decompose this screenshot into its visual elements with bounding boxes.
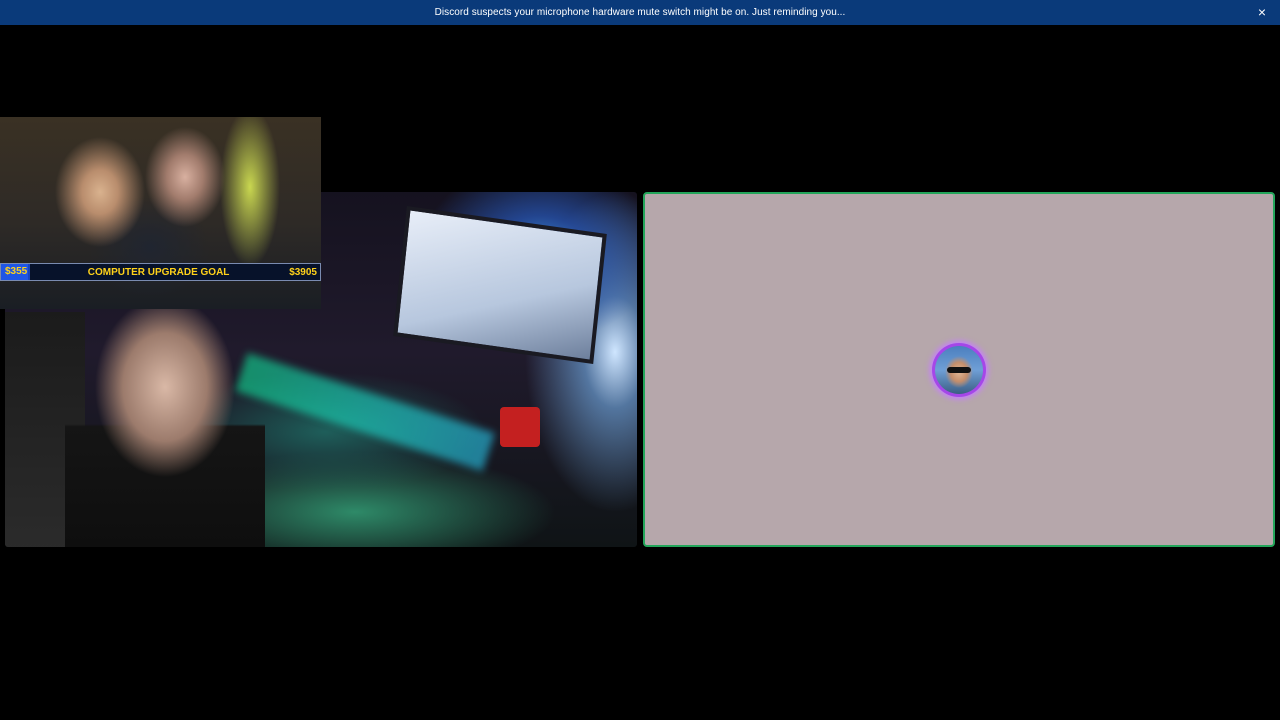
donation-goal-bar: $355 COMPUTER UPGRADE GOAL $3905: [0, 263, 321, 281]
goal-title: COMPUTER UPGRADE GOAL: [87, 266, 230, 278]
question-block-image: [500, 407, 540, 447]
monitor-image: [393, 205, 607, 365]
webcam-overlay: $355 COMPUTER UPGRADE GOAL $3905: [0, 117, 321, 309]
voice-participant-tile[interactable]: [643, 192, 1275, 547]
speaking-indicator-ring: [932, 343, 986, 397]
goal-target-amount: $3905: [289, 266, 317, 278]
avatar[interactable]: [935, 346, 983, 394]
mute-switch-notice-bar: Discord suspects your microphone hardwar…: [0, 0, 1280, 25]
streamer-image: [65, 307, 265, 547]
desk-led-light: [235, 352, 495, 472]
close-icon[interactable]: ×: [1254, 4, 1270, 20]
sunglasses-icon: [947, 367, 971, 373]
notice-message: Discord suspects your microphone hardwar…: [434, 7, 846, 18]
goal-current-amount: $355: [1, 264, 28, 280]
